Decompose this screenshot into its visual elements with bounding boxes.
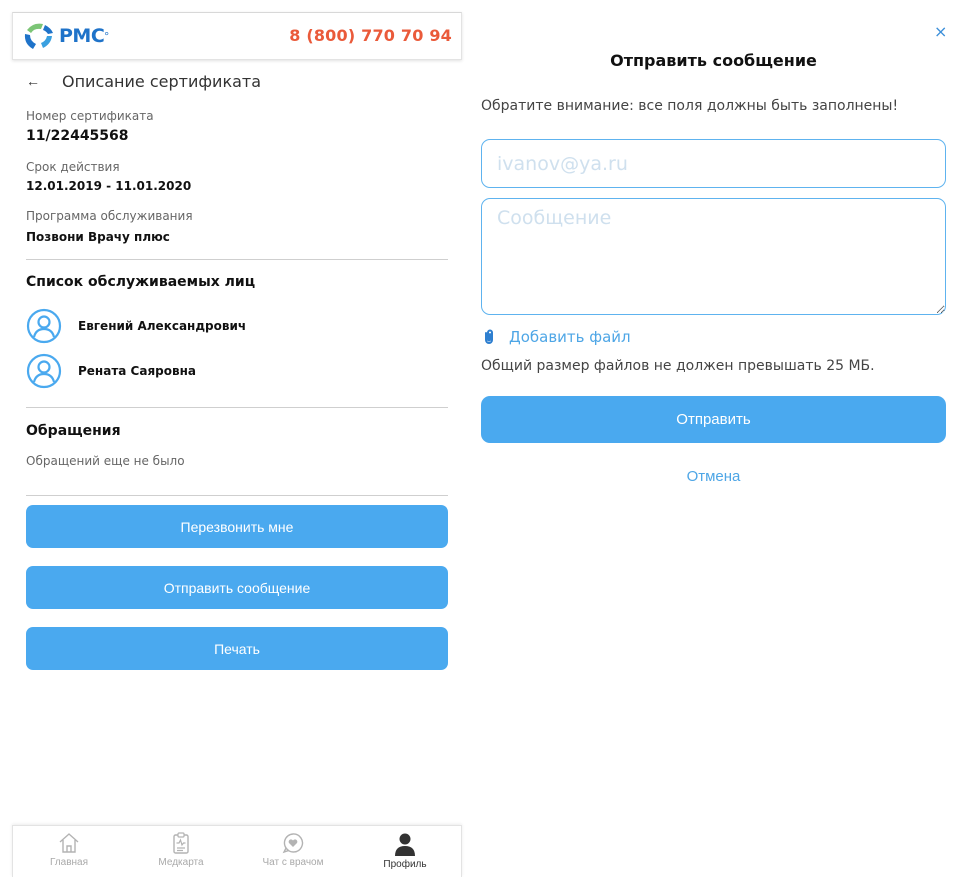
hotline-phone[interactable]: 8 (800) 770 70 94 xyxy=(289,26,452,45)
file-size-note: Общий размер файлов не должен превышать … xyxy=(481,358,875,374)
tab-home[interactable]: Главная xyxy=(13,826,125,877)
tab-label: Медкарта xyxy=(158,857,204,868)
requests-empty-text: Обращений еще не было xyxy=(26,454,185,468)
tab-profile[interactable]: Профиль xyxy=(349,826,461,877)
paperclip-icon xyxy=(485,329,493,344)
user-circle-icon xyxy=(26,353,62,389)
program-label: Программа обслуживания xyxy=(26,209,193,223)
tab-label: Чат с врачом xyxy=(262,857,324,868)
requests-section-title: Обращения xyxy=(26,423,121,439)
divider xyxy=(26,259,448,260)
print-button[interactable]: Печать xyxy=(26,627,448,670)
modal-title: Отправить сообщение xyxy=(610,51,817,70)
profile-icon xyxy=(395,833,415,856)
top-bar: PMC ° 8 (800) 770 70 94 xyxy=(12,12,462,60)
divider xyxy=(26,407,448,408)
tab-chat-doctor[interactable]: Чат с врачом xyxy=(237,826,349,877)
validity-label: Срок действия xyxy=(26,160,120,174)
tab-medcard[interactable]: Медкарта xyxy=(125,826,237,877)
divider xyxy=(26,495,448,496)
logo-degree: ° xyxy=(104,29,110,43)
send-button[interactable]: Отправить xyxy=(481,396,946,443)
tab-label: Профиль xyxy=(383,859,427,870)
tab-label: Главная xyxy=(49,857,89,868)
back-arrow-icon[interactable]: ← xyxy=(26,73,62,89)
person-name: Евгений Александрович xyxy=(78,319,247,333)
mobile-screen: PMC ° 8 (800) 770 70 94 ← Описание сертиф… xyxy=(12,12,462,877)
logo[interactable]: PMC ° xyxy=(21,19,109,53)
home-icon xyxy=(59,833,79,853)
page-title: Описание сертификата xyxy=(62,71,262,91)
page-header: ← Описание сертификата xyxy=(26,68,261,94)
send-message-button[interactable]: Отправить сообщение xyxy=(26,566,448,609)
person-item[interactable]: Рената Саяровна xyxy=(26,353,196,389)
message-textarea[interactable] xyxy=(481,198,946,315)
certificate-number-label: Номер сертификата xyxy=(26,109,154,123)
bottom-tab-bar: Главная Медкарта Чат с врачом Профиль xyxy=(12,825,462,877)
callback-button[interactable]: Перезвонить мне xyxy=(26,505,448,548)
logo-mark-icon xyxy=(24,23,53,49)
persons-section-title: Список обслуживаемых лиц xyxy=(26,274,256,290)
add-file-link[interactable]: Добавить файл xyxy=(483,328,631,346)
certificate-number-value: 11/22445568 xyxy=(26,128,129,144)
logo-text: PMC xyxy=(59,25,105,47)
cancel-button[interactable]: Отмена xyxy=(481,468,946,485)
person-name: Рената Саяровна xyxy=(78,364,196,378)
person-item[interactable]: Евгений Александрович xyxy=(26,308,246,344)
program-value: Позвони Врачу плюс xyxy=(26,230,170,244)
close-icon[interactable]: × xyxy=(934,22,947,41)
validity-value: 12.01.2019 - 11.01.2020 xyxy=(26,179,192,193)
chat-heart-icon xyxy=(282,833,304,854)
email-input[interactable] xyxy=(481,139,946,188)
modal-note: Обратите внимание: все поля должны быть … xyxy=(481,98,899,114)
add-file-label: Добавить файл xyxy=(509,328,631,346)
user-circle-icon xyxy=(26,308,62,344)
medical-card-icon xyxy=(173,832,189,854)
